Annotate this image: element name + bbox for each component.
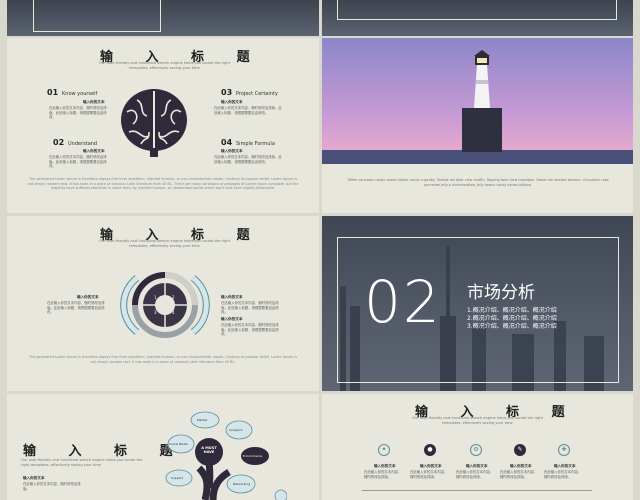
tree-diagram [165, 411, 287, 500]
right-body-2: 在此输入你的文本内容，随时修改及排版。此处输入标题，请根据需要自由修改。 [221, 323, 279, 337]
slide-lighthouse[interactable]: Toffee caramels candy sweet cotton candy… [322, 38, 633, 213]
quadrant-1-number: 1 [154, 295, 157, 300]
bubble-social-media: Social Media [169, 442, 188, 446]
section-number: 02 [364, 268, 442, 336]
item-02-number: 02 [53, 138, 65, 147]
photo-caption: Toffee caramels candy sweet cotton candy… [347, 178, 609, 187]
circle-diagram [120, 272, 210, 338]
top-right-partial-slide [322, 0, 633, 36]
globe-icon: ● [424, 444, 436, 456]
col-4-body: 在此输入你的文本内容，随时修改及排版。 [500, 470, 538, 479]
right-head: 输入你的文本 [221, 295, 243, 299]
item-04-head: 输入你的文本 [221, 149, 243, 153]
col-1-body: 在此输入你的文本内容，随时修改及排版。 [364, 470, 402, 479]
quadrant-3-number: 3 [154, 310, 157, 315]
item-03-body: 在此输入你的文本内容，随时修改及排版。此处输入标题，请根据需要自由修改。 [214, 106, 282, 115]
col-3-body: 在此输入你的文本内容，随时修改及排版。 [456, 470, 494, 479]
frame [33, 0, 161, 32]
bubble-market: Market [197, 418, 208, 422]
bubble-networking: Networking [233, 482, 251, 486]
slide-circle-diagram[interactable]: 输 入 标 题 Our user-friendly and functional… [7, 216, 319, 391]
footer-text: The generated Lorem Ipsum is therefore a… [27, 177, 299, 191]
gear-icon: ⚙ [470, 444, 482, 456]
top-left-partial-slide [7, 0, 319, 36]
footer-text: The generated Lorem Ipsum is therefore a… [29, 355, 297, 364]
tree-text-head: 输入你的文本 [23, 476, 45, 480]
col-3-head: 输入你的文本 [466, 464, 488, 468]
slide-five-icons[interactable]: 输 入 标 题 Our user-friendly and functional… [322, 394, 633, 500]
frame [337, 0, 617, 20]
tag-icon: ✚ [558, 444, 570, 456]
pin-icon: ✎ [514, 444, 526, 456]
section-heading: 市场分析 [467, 283, 535, 303]
left-body: 在此输入你的文本内容，随时修改及排版。此处输入标题，请根据需要自由修改。 [47, 301, 105, 315]
icon-row: ✦ ● ⚙ ✎ ✚ [360, 444, 600, 458]
bubble-analytics: Analytics [229, 428, 243, 432]
col-5-body: 在此输入你的文本内容，随时修改及排版。 [544, 470, 582, 479]
col-2-body: 在此输入你的文本内容，随时修改及排版。 [410, 470, 448, 479]
item-02-head: 输入你的文本 [83, 149, 105, 153]
bottom-rule [362, 490, 592, 491]
bulb-icon: ✦ [378, 444, 390, 456]
item-02-label: Understand [68, 141, 98, 147]
slide-section-02[interactable]: 02 市场分析 1.概况介绍、概况介绍、概况介绍 2.概况介绍、概况介绍、概况介… [322, 216, 633, 391]
slide-subtitle: Our user-friendly and functional search … [99, 239, 230, 248]
slide-tree[interactable]: 输 入 标 题 Our user-friendly and functional… [7, 394, 319, 500]
item-04-label: Simple Formula [236, 141, 275, 147]
slide-brain[interactable]: 输 入 标 题 Our user-friendly and functional… [7, 38, 319, 213]
item-01-number: 01 [47, 88, 59, 97]
col-5-head: 输入你的文本 [554, 464, 576, 468]
slide-subtitle: Our user-friendly and functional search … [412, 416, 543, 425]
item-03-number: 03 [221, 88, 233, 97]
slide-subtitle: Our user-friendly and functional search … [99, 61, 230, 70]
tree-text-body: 在此输入你的文本内容，随时修改及排版。 [23, 482, 81, 491]
item-02-body: 在此输入你的文本内容，随时修改及排版。此处输入标题，请根据需要自由修改。 [49, 155, 107, 169]
col-2-head: 输入你的文本 [420, 464, 442, 468]
bubble-e-commerce: E-Commerce [243, 454, 263, 458]
col-4-head: 输入你的文本 [510, 464, 532, 468]
section-bullet-3: 3.概况介绍、概况介绍、概况介绍 [467, 323, 557, 330]
quadrant-4-number: 4 [172, 310, 175, 315]
tree-center-label: A MUST HAVE [201, 446, 217, 454]
item-03-label: Project Certainty [236, 91, 278, 97]
left-head: 输入你的文本 [77, 295, 99, 299]
bubble-support: Support [171, 476, 183, 480]
quadrant-2-number: 2 [172, 295, 175, 300]
lighthouse-photo [322, 38, 633, 164]
col-1-head: 输入你的文本 [374, 464, 396, 468]
right-head-2: 输入你的文本 [221, 317, 243, 321]
right-body: 在此输入你的文本内容，随时修改及排版。此处输入标题，请根据需要自由修改。 [221, 301, 279, 315]
item-03-head: 输入你的文本 [221, 100, 243, 104]
brain-icon [121, 89, 187, 157]
item-01-head: 输入你的文本 [83, 100, 105, 104]
item-04-number: 04 [221, 138, 233, 147]
slide-subtitle: Our user-friendly and functional search … [21, 458, 143, 467]
item-01-body: 在此输入你的文本内容，随时修改及排版。此处输入标题，请根据需要自由修改。 [49, 106, 107, 120]
item-04-body: 在此输入你的文本内容，随时修改及排版。此处输入标题，请根据需要自由修改。 [214, 155, 282, 164]
item-01-label: Know yourself [62, 91, 98, 97]
